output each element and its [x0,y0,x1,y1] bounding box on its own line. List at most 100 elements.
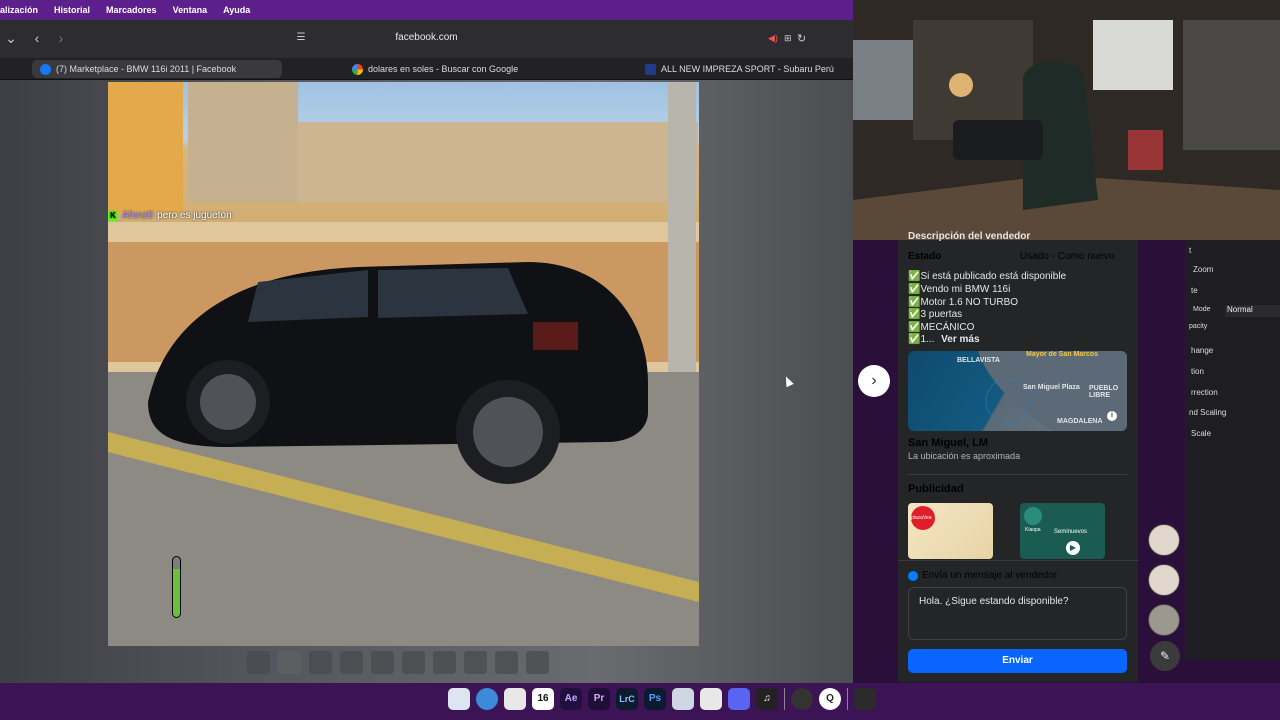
finder-icon[interactable] [448,688,470,710]
map-label: MAGDALENA [1057,418,1103,425]
stream-chat-message: K Afonz0 pero es jugueton [108,210,232,221]
webcam-room-illustration [853,0,1280,240]
menu-view[interactable]: alización [0,5,38,15]
ad-brand-logo [1024,507,1042,525]
description-line: ✅Vendo mi BMW 116i [908,284,1011,295]
ad-card[interactable]: Kiaopa Seminuevos ▶ [1020,503,1105,559]
screen: alización Historial Marcadores Ventana A… [0,0,1280,720]
editor-row[interactable]: Zoom [1193,265,1213,274]
tab-label: dolares en soles - Buscar con Google [368,64,519,74]
send-button[interactable]: Enviar [908,649,1127,673]
discord-icon[interactable] [728,688,750,710]
editor-properties-panel: t Zoom te Mode pacity hange tion rrectio… [1185,240,1280,660]
thumbnail[interactable] [526,651,549,674]
photoshop-icon[interactable]: Ps [644,688,666,710]
editor-row: pacity [1189,323,1208,330]
ad-caption: Seminuevos [1054,529,1088,535]
thumbnail[interactable] [278,651,301,674]
message-seller-title: Envía un mensaje al vendedor [922,570,1058,581]
info-icon[interactable]: i [1107,411,1117,421]
condition-value: Usado - Como nuevo [1020,251,1115,262]
ad-brand: plazaVea [911,515,932,521]
avatar[interactable] [1148,604,1180,636]
editor-row: te [1191,286,1198,295]
dock-separator [847,688,848,710]
thumbnail[interactable] [340,651,363,674]
thumbnail[interactable] [402,651,425,674]
description-truncated: ✅1... [908,334,935,345]
location-map[interactable]: BELLAVISTA Mayor de San Marcos San Migue… [908,351,1127,431]
blend-mode-select[interactable]: Normal [1225,305,1280,317]
thumbnail[interactable] [464,651,487,674]
chat-heads [1148,524,1180,636]
google-icon [352,63,363,75]
subaru-icon [645,63,656,75]
translate-icon[interactable]: ⊞ [784,33,792,44]
editor-row: nd Scaling [1189,408,1227,417]
audio-icon[interactable]: ◀) [768,33,778,44]
editor-row: Mode [1193,306,1211,313]
location-note: La ubicación es aproximada [908,451,1021,461]
ad-card[interactable]: plazaVea [908,503,993,559]
keynote-icon[interactable] [700,688,722,710]
menu-window[interactable]: Ventana [173,5,208,15]
seller-description-title: Descripción del vendedor [908,231,1031,242]
address-bar[interactable]: facebook.com [0,32,853,43]
tab-google[interactable]: dolares en soles - Buscar con Google [352,60,518,78]
thumbnail[interactable] [433,651,456,674]
premiere-icon[interactable]: Pr [588,688,610,710]
next-photo-button[interactable]: › [858,365,890,397]
editor-row: tion [1191,367,1204,376]
description-line: ✅1... Ver más [908,334,980,345]
play-icon[interactable]: ▶ [1066,541,1080,555]
music-icon[interactable]: ♫ [756,688,778,710]
quicktime-icon[interactable]: Q [819,688,841,710]
car-photo-illustration [108,82,699,646]
thumbnail[interactable] [309,651,332,674]
stream-volume-meter [172,556,181,618]
preview-icon[interactable] [672,688,694,710]
after-effects-icon[interactable]: Ae [560,688,582,710]
thumbnail[interactable] [371,651,394,674]
map-label: BELLAVISTA [957,357,1000,364]
messenger-icon [908,570,918,581]
reload-icon[interactable]: ↻ [797,32,806,45]
listing-photo[interactable] [108,82,699,646]
kick-icon: K [108,210,118,221]
menu-help[interactable]: Ayuda [223,5,250,15]
see-more-link[interactable]: Ver más [941,334,979,345]
menu-bookmarks[interactable]: Marcadores [106,5,157,15]
menubar: alización Historial Marcadores Ventana A… [0,0,853,20]
notes-icon[interactable] [504,688,526,710]
message-input[interactable]: Hola. ¿Sigue estando disponible? [908,587,1127,640]
compose-icon[interactable]: ✎ [1150,641,1180,671]
divider [908,474,1127,475]
tab-marketplace[interactable]: (7) Marketplace - BMW 116i 2011 | Facebo… [32,60,282,78]
webcam-feed [853,0,1280,240]
menu-history[interactable]: Historial [54,5,90,15]
avatar[interactable] [1148,524,1180,556]
photo-thumbnails [247,651,549,674]
safari-icon[interactable] [476,688,498,710]
tab-subaru[interactable]: ALL NEW IMPREZA SPORT - Subaru Perú [645,60,834,78]
trash-icon[interactable] [854,688,876,710]
thumbnail[interactable] [495,651,518,674]
map-label: San Miguel Plaza [1023,384,1080,391]
avatar[interactable] [1148,564,1180,596]
facebook-icon [40,63,51,75]
activity-monitor-icon[interactable] [791,688,813,710]
description-line: ✅3 puertas [908,309,963,320]
lightroom-classic-icon[interactable]: LrC [616,688,638,710]
description-line: ✅Motor 1.6 NO TURBO [908,297,1019,308]
condition-label: Estado [908,251,942,262]
dock: 16 Ae Pr LrC Ps ♫ Q [448,684,876,714]
chat-username: Afonz0 [122,210,154,221]
editor-row: hange [1191,346,1214,355]
description-line: ✅Si está publicado está disponible [908,271,1067,282]
editor-row: t [1189,246,1192,255]
tab-bar: (7) Marketplace - BMW 116i 2011 | Facebo… [0,58,853,80]
chat-text: pero es jugueton [157,210,232,221]
calendar-icon[interactable]: 16 [532,688,554,710]
thumbnail[interactable] [247,651,270,674]
map-label: Mayor de San Marcos [1026,351,1098,358]
